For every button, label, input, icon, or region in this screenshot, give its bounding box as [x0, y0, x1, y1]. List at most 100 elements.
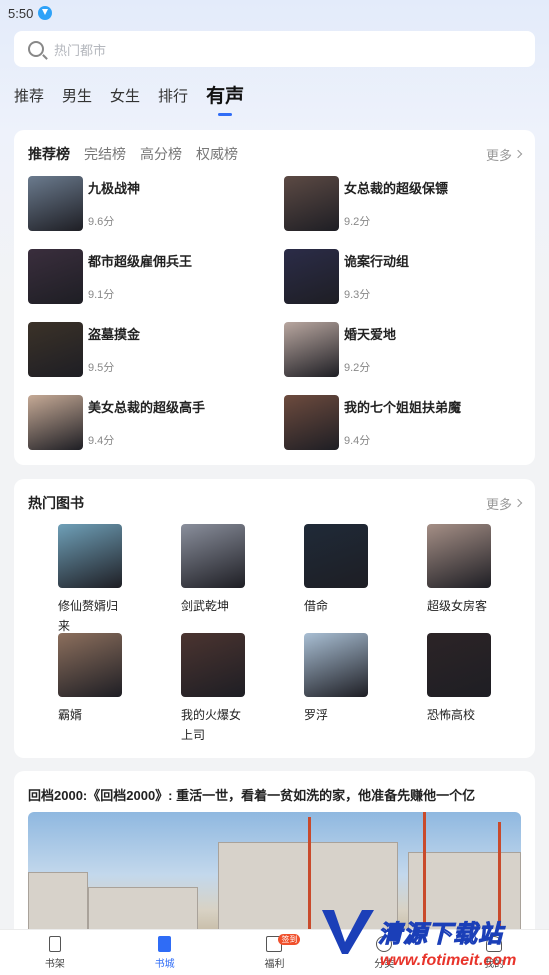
book-title: 诡案行动组 [344, 254, 410, 269]
nav-bookstore[interactable]: 书城 [110, 930, 220, 975]
book-cover [28, 395, 83, 450]
book-cover [28, 249, 83, 304]
book-cover [28, 322, 83, 377]
ranking-list: 九极战神 9.6分 女总裁的超级保镖 9.2分 都市超级雇佣兵王 9.1分 诡案行动组… [28, 176, 521, 468]
book-title: 恐怖高校 [427, 708, 476, 722]
book-title: 修仙赘婿归来 [58, 599, 119, 633]
book-cover [427, 633, 491, 697]
rank-tab-completed[interactable]: 完结榜 [84, 144, 126, 164]
hot-books-header: 热门图书 更多 [28, 493, 523, 513]
search-icon [28, 41, 44, 57]
hot-books-more-button[interactable]: 更多 [485, 494, 523, 513]
ranking-item[interactable]: 九极战神 9.6分 [28, 176, 284, 249]
book-cover [28, 176, 83, 231]
top-tabs: 推荐 男生 女生 排行 有声 [14, 80, 244, 110]
status-time: 5:50 [8, 5, 34, 21]
ranking-item[interactable]: 女总裁的超级保镖 9.2分 [284, 176, 521, 249]
ranking-item[interactable]: 我的七个姐姐扶弟魔 9.4分 [284, 395, 521, 468]
rank-tab-recommend[interactable]: 推荐榜 [28, 144, 70, 164]
chevron-right-icon [513, 149, 523, 159]
watermark-logo-icon [322, 910, 374, 954]
book-score: 9.2分 [344, 216, 371, 228]
book-score: 9.5分 [88, 362, 115, 374]
book-cover [284, 176, 339, 231]
status-bar: 5:50 [0, 0, 549, 26]
search-placeholder[interactable]: 热门都市 [54, 40, 106, 59]
hot-books-title: 热门图书 [28, 495, 84, 511]
book-cover [284, 249, 339, 304]
hot-book-item[interactable]: 借命 [304, 524, 427, 633]
book-title: 女总裁的超级保镖 [344, 181, 449, 196]
book-score: 9.2分 [344, 362, 371, 374]
ranking-more-button[interactable]: 更多 [485, 145, 523, 164]
book-cover [58, 633, 122, 697]
nav-label: 书架 [44, 958, 65, 970]
book-score: 9.6分 [88, 216, 115, 228]
nav-welfare[interactable]: 签到 福利 [220, 930, 330, 975]
book-title: 婚天爱地 [344, 327, 397, 342]
ranking-item[interactable]: 美女总裁的超级高手 9.4分 [28, 395, 284, 468]
hot-book-item[interactable]: 罗浮 [304, 633, 427, 742]
book-title: 美女总裁的超级高手 [88, 400, 206, 415]
tab-male[interactable]: 男生 [62, 84, 92, 110]
book-score: 9.4分 [344, 435, 371, 447]
hot-book-item[interactable]: 我的火爆女上司 [181, 633, 304, 742]
bookshelf-icon [48, 935, 61, 952]
book-title: 都市超级雇佣兵王 [88, 254, 193, 269]
book-cover [304, 524, 368, 588]
book-title: 九极战神 [88, 181, 141, 196]
news-title[interactable]: 回档2000:《回档2000》: 重活一世，看着一贫如洗的家，他准备先赚他一个亿 [28, 785, 521, 804]
rank-tab-authority[interactable]: 权威榜 [196, 144, 238, 164]
book-cover [181, 633, 245, 697]
book-cover [58, 524, 122, 588]
book-title: 盗墓摸金 [88, 327, 141, 342]
watermark: 清源下载站 www.fotimeit.com [318, 904, 528, 975]
book-title: 我的火爆女上司 [181, 708, 242, 742]
book-title: 借命 [304, 599, 329, 613]
checkin-badge: 签到 [278, 934, 301, 945]
ranking-item[interactable]: 诡案行动组 9.3分 [284, 249, 521, 322]
nav-label: 书城 [154, 958, 175, 970]
hot-books-grid: 修仙赘婿归来 剑武乾坤 借命 超级女房客 霸婿 我的火爆女上司 罗浮 恐怖高校 [58, 524, 518, 742]
watermark-url: www.fotimeit.com [380, 952, 517, 969]
book-score: 9.4分 [88, 435, 115, 447]
more-label: 更多 [485, 496, 512, 512]
chevron-right-icon [513, 498, 523, 508]
ranking-item[interactable]: 婚天爱地 9.2分 [284, 322, 521, 395]
ranking-item[interactable]: 都市超级雇佣兵王 9.1分 [28, 249, 284, 322]
nav-label: 福利 [264, 958, 285, 970]
hot-book-item[interactable]: 剑武乾坤 [181, 524, 304, 633]
ranking-card: 推荐榜 完结榜 高分榜 权威榜 更多 九极战神 9.6分 女总裁的超级保镖 9.2分… [14, 130, 535, 465]
hot-book-item[interactable]: 恐怖高校 [427, 633, 518, 742]
book-cover [181, 524, 245, 588]
book-title: 剑武乾坤 [181, 599, 230, 613]
bookstore-icon [158, 935, 172, 952]
book-score: 9.3分 [344, 289, 371, 301]
download-icon [38, 6, 53, 20]
book-title: 霸婿 [58, 708, 83, 722]
book-cover [427, 524, 491, 588]
hot-book-item[interactable]: 修仙赘婿归来 [58, 524, 181, 633]
hot-books-card: 热门图书 更多 修仙赘婿归来 剑武乾坤 借命 超级女房客 霸婿 我的火爆女上司 … [14, 479, 535, 758]
tab-audio[interactable]: 有声 [206, 84, 244, 110]
tab-recommend[interactable]: 推荐 [14, 84, 44, 110]
watermark-text: 清源下载站 [378, 921, 503, 949]
hot-book-item[interactable]: 超级女房客 [427, 524, 518, 633]
hot-book-item[interactable]: 霸婿 [58, 633, 181, 742]
tab-ranking[interactable]: 排行 [158, 84, 188, 110]
more-label: 更多 [485, 147, 512, 163]
book-title: 罗浮 [304, 708, 329, 722]
book-cover [304, 633, 368, 697]
book-cover [284, 322, 339, 377]
crane-shape [308, 817, 311, 941]
book-title: 我的七个姐姐扶弟魔 [344, 400, 462, 415]
tab-female[interactable]: 女生 [110, 84, 140, 110]
ranking-item[interactable]: 盗墓摸金 9.5分 [28, 322, 284, 395]
rank-tab-high-score[interactable]: 高分榜 [140, 144, 182, 164]
nav-bookshelf[interactable]: 书架 [0, 930, 110, 975]
search-bar[interactable]: 热门都市 [14, 31, 535, 67]
ranking-header: 推荐榜 完结榜 高分榜 权威榜 更多 [28, 144, 523, 164]
book-title: 超级女房客 [427, 599, 488, 613]
book-cover [284, 395, 339, 450]
book-score: 9.1分 [88, 289, 115, 301]
